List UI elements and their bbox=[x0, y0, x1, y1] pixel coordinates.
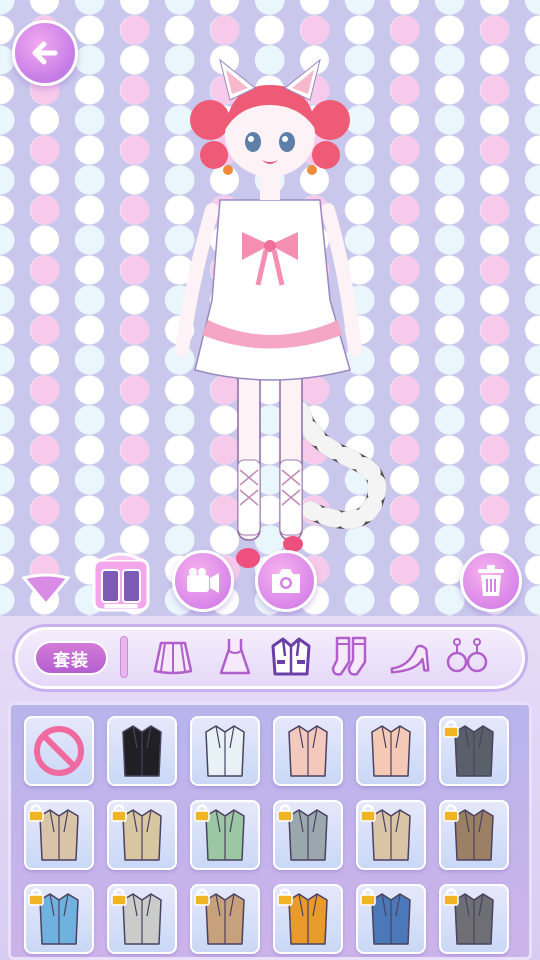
camera-icon bbox=[272, 569, 300, 593]
lock-icon bbox=[277, 804, 293, 822]
dress-icon bbox=[219, 639, 251, 675]
item-slot[interactable] bbox=[356, 800, 426, 870]
item-none[interactable] bbox=[24, 716, 94, 786]
item-slot[interactable] bbox=[190, 884, 260, 954]
wardrobe-button[interactable] bbox=[88, 548, 154, 616]
tab-skirt[interactable] bbox=[150, 634, 196, 680]
video-camera-icon bbox=[187, 568, 219, 593]
item-slot[interactable] bbox=[273, 884, 343, 954]
item-slot[interactable] bbox=[107, 884, 177, 954]
lock-icon bbox=[443, 888, 459, 906]
item-slot[interactable] bbox=[24, 800, 94, 870]
item-slot[interactable] bbox=[273, 800, 343, 870]
tab-heels[interactable] bbox=[388, 634, 434, 680]
triangle-down-icon bbox=[21, 573, 71, 605]
coat-item-icon bbox=[288, 725, 328, 777]
lock-icon bbox=[443, 720, 459, 738]
tab-earrings[interactable] bbox=[444, 634, 490, 680]
clear-outfit-button[interactable] bbox=[460, 550, 522, 612]
earrings-icon bbox=[446, 638, 488, 673]
item-slot[interactable] bbox=[273, 716, 343, 786]
screenshot-button[interactable] bbox=[255, 550, 317, 612]
arrow-left-icon bbox=[32, 41, 58, 65]
high-heel-icon bbox=[390, 644, 430, 674]
category-divider bbox=[120, 636, 128, 678]
item-slot[interactable] bbox=[439, 716, 509, 786]
skirt-icon bbox=[153, 641, 193, 675]
collapse-button[interactable] bbox=[20, 572, 72, 608]
lock-icon bbox=[194, 888, 210, 906]
item-slot[interactable] bbox=[356, 716, 426, 786]
tab-set-label: 套装 bbox=[53, 650, 89, 671]
coat-icon bbox=[271, 637, 311, 676]
lock-icon bbox=[111, 804, 127, 822]
lock-icon bbox=[360, 804, 376, 822]
coat-item-icon bbox=[205, 725, 245, 777]
trash-icon bbox=[478, 565, 504, 596]
lock-icon bbox=[111, 888, 127, 906]
tab-dress[interactable] bbox=[212, 634, 258, 680]
lock-icon bbox=[277, 888, 293, 906]
item-slot[interactable] bbox=[190, 716, 260, 786]
item-slot[interactable] bbox=[107, 716, 177, 786]
lock-icon bbox=[28, 804, 44, 822]
coat-item-icon bbox=[122, 725, 162, 777]
wardrobe-icon bbox=[92, 552, 150, 612]
character bbox=[175, 58, 386, 568]
tab-set[interactable]: 套装 bbox=[34, 641, 108, 675]
no-item-icon bbox=[34, 726, 84, 776]
item-slot[interactable] bbox=[356, 884, 426, 954]
socks-icon bbox=[331, 636, 367, 676]
tab-coat[interactable] bbox=[268, 634, 314, 680]
item-slot[interactable] bbox=[439, 800, 509, 870]
tab-socks[interactable] bbox=[328, 634, 374, 680]
lock-icon bbox=[360, 888, 376, 906]
item-slot[interactable] bbox=[24, 884, 94, 954]
item-slot[interactable] bbox=[190, 800, 260, 870]
record-video-button[interactable] bbox=[172, 550, 234, 612]
lock-icon bbox=[194, 804, 210, 822]
item-slot[interactable] bbox=[107, 800, 177, 870]
lock-icon bbox=[443, 804, 459, 822]
coat-item-icon bbox=[371, 725, 411, 777]
lock-icon bbox=[28, 888, 44, 906]
item-slot[interactable] bbox=[439, 884, 509, 954]
back-button[interactable] bbox=[12, 20, 78, 86]
